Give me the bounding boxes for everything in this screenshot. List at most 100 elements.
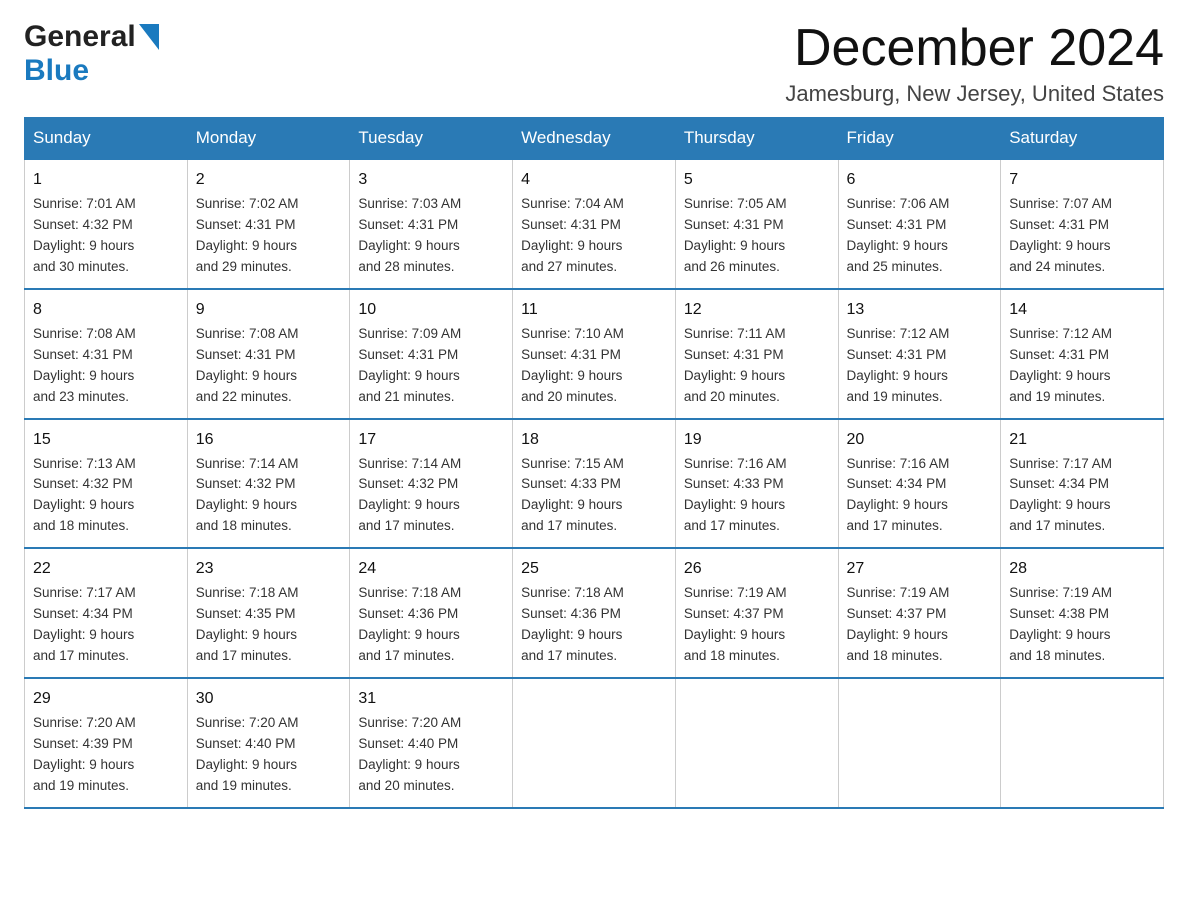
day-number: 15 [33, 428, 179, 452]
day-number: 8 [33, 298, 179, 322]
day-info: Sunrise: 7:16 AMSunset: 4:33 PMDaylight:… [684, 454, 830, 538]
header: General Blue December 2024 Jamesburg, Ne… [24, 20, 1164, 107]
day-number: 5 [684, 168, 830, 192]
calendar-header-row: SundayMondayTuesdayWednesdayThursdayFrid… [25, 118, 1164, 160]
day-info: Sunrise: 7:08 AMSunset: 4:31 PMDaylight:… [33, 324, 179, 408]
page-title: December 2024 [785, 20, 1164, 77]
day-info: Sunrise: 7:12 AMSunset: 4:31 PMDaylight:… [847, 324, 993, 408]
day-number: 25 [521, 557, 667, 581]
day-info: Sunrise: 7:11 AMSunset: 4:31 PMDaylight:… [684, 324, 830, 408]
day-number: 14 [1009, 298, 1155, 322]
calendar-cell: 31 Sunrise: 7:20 AMSunset: 4:40 PMDaylig… [350, 678, 513, 808]
calendar-cell [1001, 678, 1164, 808]
logo: General Blue [24, 20, 159, 88]
calendar-cell: 3 Sunrise: 7:03 AMSunset: 4:31 PMDayligh… [350, 159, 513, 289]
calendar-cell: 26 Sunrise: 7:19 AMSunset: 4:37 PMDaylig… [675, 548, 838, 678]
calendar-week-row: 1 Sunrise: 7:01 AMSunset: 4:32 PMDayligh… [25, 159, 1164, 289]
day-number: 27 [847, 557, 993, 581]
calendar-cell: 30 Sunrise: 7:20 AMSunset: 4:40 PMDaylig… [187, 678, 350, 808]
calendar-cell: 8 Sunrise: 7:08 AMSunset: 4:31 PMDayligh… [25, 289, 188, 419]
day-info: Sunrise: 7:06 AMSunset: 4:31 PMDaylight:… [847, 194, 993, 278]
day-number: 24 [358, 557, 504, 581]
calendar-cell: 10 Sunrise: 7:09 AMSunset: 4:31 PMDaylig… [350, 289, 513, 419]
day-number: 10 [358, 298, 504, 322]
calendar-table: SundayMondayTuesdayWednesdayThursdayFrid… [24, 117, 1164, 808]
day-number: 30 [196, 687, 342, 711]
title-block: December 2024 Jamesburg, New Jersey, Uni… [785, 20, 1164, 107]
day-number: 4 [521, 168, 667, 192]
day-number: 29 [33, 687, 179, 711]
day-number: 22 [33, 557, 179, 581]
calendar-cell: 4 Sunrise: 7:04 AMSunset: 4:31 PMDayligh… [513, 159, 676, 289]
calendar-cell: 28 Sunrise: 7:19 AMSunset: 4:38 PMDaylig… [1001, 548, 1164, 678]
calendar-header-sunday: Sunday [25, 118, 188, 160]
logo-arrow-icon [137, 24, 159, 50]
day-info: Sunrise: 7:15 AMSunset: 4:33 PMDaylight:… [521, 454, 667, 538]
page: General Blue December 2024 Jamesburg, Ne… [0, 0, 1188, 833]
day-number: 11 [521, 298, 667, 322]
calendar-header-thursday: Thursday [675, 118, 838, 160]
day-number: 26 [684, 557, 830, 581]
calendar-cell [513, 678, 676, 808]
calendar-header-wednesday: Wednesday [513, 118, 676, 160]
day-number: 21 [1009, 428, 1155, 452]
day-info: Sunrise: 7:10 AMSunset: 4:31 PMDaylight:… [521, 324, 667, 408]
calendar-cell: 13 Sunrise: 7:12 AMSunset: 4:31 PMDaylig… [838, 289, 1001, 419]
logo-general: General [24, 20, 136, 54]
day-number: 31 [358, 687, 504, 711]
day-info: Sunrise: 7:20 AMSunset: 4:40 PMDaylight:… [196, 713, 342, 797]
calendar-cell: 29 Sunrise: 7:20 AMSunset: 4:39 PMDaylig… [25, 678, 188, 808]
day-number: 9 [196, 298, 342, 322]
day-info: Sunrise: 7:09 AMSunset: 4:31 PMDaylight:… [358, 324, 504, 408]
day-info: Sunrise: 7:08 AMSunset: 4:31 PMDaylight:… [196, 324, 342, 408]
calendar-cell: 9 Sunrise: 7:08 AMSunset: 4:31 PMDayligh… [187, 289, 350, 419]
calendar-header-tuesday: Tuesday [350, 118, 513, 160]
calendar-cell: 12 Sunrise: 7:11 AMSunset: 4:31 PMDaylig… [675, 289, 838, 419]
calendar-week-row: 15 Sunrise: 7:13 AMSunset: 4:32 PMDaylig… [25, 419, 1164, 549]
day-info: Sunrise: 7:02 AMSunset: 4:31 PMDaylight:… [196, 194, 342, 278]
day-info: Sunrise: 7:19 AMSunset: 4:38 PMDaylight:… [1009, 583, 1155, 667]
calendar-cell: 23 Sunrise: 7:18 AMSunset: 4:35 PMDaylig… [187, 548, 350, 678]
day-info: Sunrise: 7:17 AMSunset: 4:34 PMDaylight:… [1009, 454, 1155, 538]
calendar-cell: 21 Sunrise: 7:17 AMSunset: 4:34 PMDaylig… [1001, 419, 1164, 549]
day-info: Sunrise: 7:14 AMSunset: 4:32 PMDaylight:… [196, 454, 342, 538]
day-number: 18 [521, 428, 667, 452]
day-info: Sunrise: 7:16 AMSunset: 4:34 PMDaylight:… [847, 454, 993, 538]
calendar-cell: 20 Sunrise: 7:16 AMSunset: 4:34 PMDaylig… [838, 419, 1001, 549]
day-info: Sunrise: 7:04 AMSunset: 4:31 PMDaylight:… [521, 194, 667, 278]
day-info: Sunrise: 7:18 AMSunset: 4:35 PMDaylight:… [196, 583, 342, 667]
day-info: Sunrise: 7:18 AMSunset: 4:36 PMDaylight:… [521, 583, 667, 667]
logo-blue: Blue [24, 54, 89, 88]
day-number: 17 [358, 428, 504, 452]
calendar-week-row: 8 Sunrise: 7:08 AMSunset: 4:31 PMDayligh… [25, 289, 1164, 419]
day-number: 6 [847, 168, 993, 192]
calendar-cell: 14 Sunrise: 7:12 AMSunset: 4:31 PMDaylig… [1001, 289, 1164, 419]
day-info: Sunrise: 7:01 AMSunset: 4:32 PMDaylight:… [33, 194, 179, 278]
calendar-week-row: 29 Sunrise: 7:20 AMSunset: 4:39 PMDaylig… [25, 678, 1164, 808]
calendar-cell: 2 Sunrise: 7:02 AMSunset: 4:31 PMDayligh… [187, 159, 350, 289]
day-number: 16 [196, 428, 342, 452]
calendar-cell: 22 Sunrise: 7:17 AMSunset: 4:34 PMDaylig… [25, 548, 188, 678]
day-number: 19 [684, 428, 830, 452]
day-number: 12 [684, 298, 830, 322]
day-info: Sunrise: 7:13 AMSunset: 4:32 PMDaylight:… [33, 454, 179, 538]
day-number: 23 [196, 557, 342, 581]
calendar-cell: 11 Sunrise: 7:10 AMSunset: 4:31 PMDaylig… [513, 289, 676, 419]
calendar-cell: 1 Sunrise: 7:01 AMSunset: 4:32 PMDayligh… [25, 159, 188, 289]
day-number: 1 [33, 168, 179, 192]
calendar-header-monday: Monday [187, 118, 350, 160]
day-info: Sunrise: 7:20 AMSunset: 4:40 PMDaylight:… [358, 713, 504, 797]
calendar-cell: 25 Sunrise: 7:18 AMSunset: 4:36 PMDaylig… [513, 548, 676, 678]
calendar-cell: 7 Sunrise: 7:07 AMSunset: 4:31 PMDayligh… [1001, 159, 1164, 289]
day-number: 2 [196, 168, 342, 192]
day-info: Sunrise: 7:19 AMSunset: 4:37 PMDaylight:… [684, 583, 830, 667]
day-number: 20 [847, 428, 993, 452]
calendar-cell: 6 Sunrise: 7:06 AMSunset: 4:31 PMDayligh… [838, 159, 1001, 289]
day-info: Sunrise: 7:14 AMSunset: 4:32 PMDaylight:… [358, 454, 504, 538]
day-number: 7 [1009, 168, 1155, 192]
calendar-cell: 19 Sunrise: 7:16 AMSunset: 4:33 PMDaylig… [675, 419, 838, 549]
day-number: 13 [847, 298, 993, 322]
day-info: Sunrise: 7:12 AMSunset: 4:31 PMDaylight:… [1009, 324, 1155, 408]
calendar-cell: 27 Sunrise: 7:19 AMSunset: 4:37 PMDaylig… [838, 548, 1001, 678]
calendar-week-row: 22 Sunrise: 7:17 AMSunset: 4:34 PMDaylig… [25, 548, 1164, 678]
